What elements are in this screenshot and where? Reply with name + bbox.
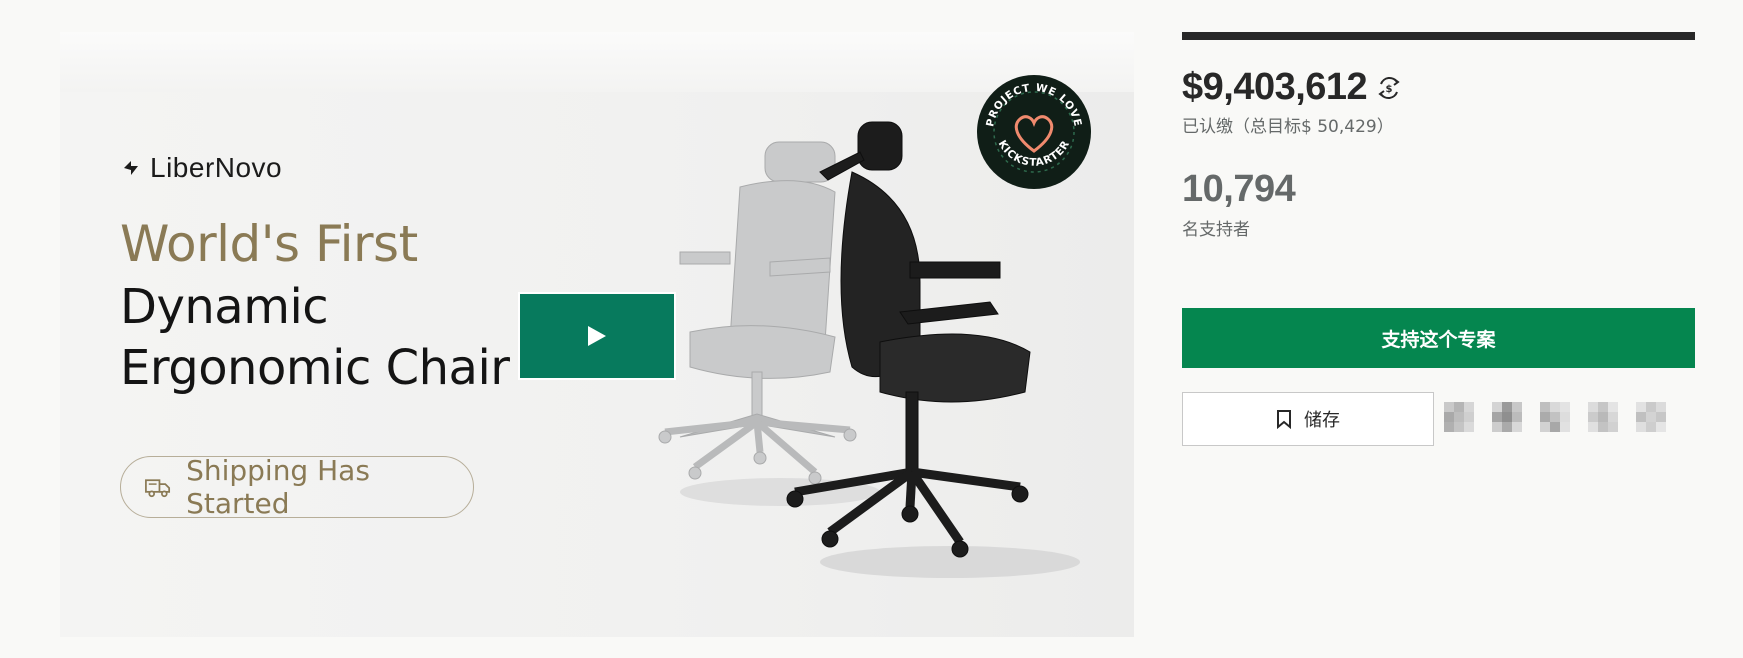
project-we-love-badge-icon: PROJECT WE LOVE KICKSTARTER	[977, 75, 1091, 189]
delivery-truck-icon	[145, 479, 171, 498]
pledged-label: 已认缴（总目标$ 50,429）	[1182, 117, 1394, 137]
share-icon-4[interactable]	[1588, 402, 1618, 432]
shipping-badge-label: Shipping Has Started	[186, 454, 370, 520]
brand-logo: LiberNovo	[120, 152, 282, 184]
share-icon-1[interactable]	[1444, 402, 1474, 432]
backers-count: 10,794	[1182, 168, 1296, 210]
currency-conversion-icon[interactable]: $	[1375, 74, 1403, 102]
back-this-project-button[interactable]: 支持这个专案	[1182, 308, 1695, 368]
save-button-label: 储存	[1304, 410, 1340, 431]
backers-label: 名支持者	[1182, 220, 1250, 240]
project-page: LiberNovo World's First Dynamic Ergonomi…	[0, 0, 1743, 658]
headline-line-3: Ergonomic Chair	[120, 340, 510, 396]
media-top-band	[60, 32, 1134, 92]
svg-text:$: $	[1386, 84, 1393, 95]
shipping-badge: Shipping Has Started	[120, 454, 474, 520]
headline-line-2: Dynamic	[120, 279, 329, 335]
project-video[interactable]: LiberNovo World's First Dynamic Ergonomi…	[60, 32, 1134, 637]
play-icon	[588, 326, 606, 346]
grey-chair	[658, 141, 857, 485]
save-button[interactable]: 储存	[1182, 392, 1434, 446]
share-icon-3[interactable]	[1540, 402, 1570, 432]
share-icons-row	[1444, 402, 1666, 432]
brand-name: LiberNovo	[150, 152, 283, 183]
funding-progress-fill	[1182, 32, 1695, 40]
libernovo-logo-icon	[124, 161, 138, 175]
share-icon-2[interactable]	[1492, 402, 1522, 432]
bookmark-icon	[1277, 410, 1291, 429]
pledged-row: $9,403,612 $	[1182, 66, 1403, 109]
campaign-stats-panel: $9,403,612 $ 已认缴（总目标$ 50,429） 10,794 名支持…	[1182, 32, 1695, 632]
pledged-amount: $9,403,612	[1182, 66, 1368, 108]
share-icon-5[interactable]	[1636, 402, 1666, 432]
funding-progress-bar	[1182, 32, 1695, 40]
play-video-button[interactable]	[518, 292, 676, 380]
headline-line-1: World's First	[120, 215, 418, 273]
